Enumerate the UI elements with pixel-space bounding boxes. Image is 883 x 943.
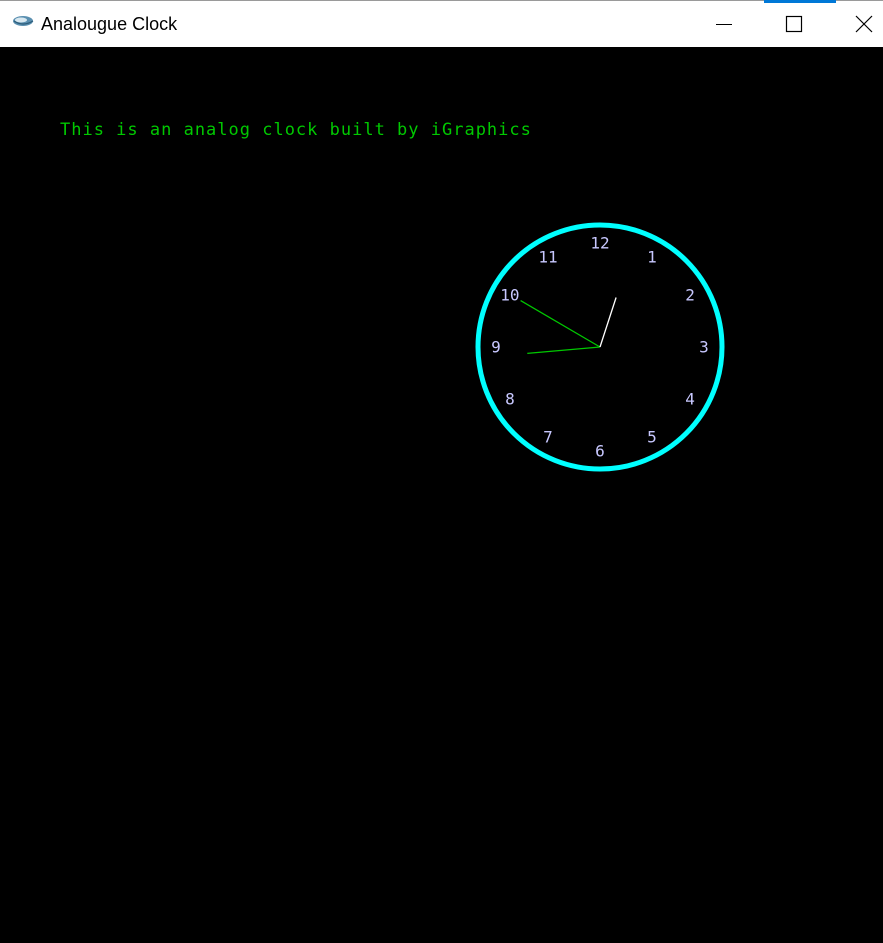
clock-numeral-2: 2 — [685, 286, 695, 305]
maximize-icon — [785, 15, 803, 33]
clock-numeral-9: 9 — [491, 338, 501, 357]
second-hand — [599, 297, 617, 348]
app-icon — [12, 14, 34, 28]
window-title: Analougue Clock — [41, 14, 178, 34]
clock-numeral-5: 5 — [647, 428, 657, 447]
clock-numeral-8: 8 — [505, 390, 515, 409]
maximize-button[interactable] — [768, 1, 822, 47]
clock-numeral-12: 12 — [590, 234, 609, 253]
minute-hand — [520, 300, 601, 348]
analog-clock: 121234567891011 — [475, 222, 725, 472]
clock-numeral-7: 7 — [543, 428, 553, 447]
clock-numeral-10: 10 — [500, 286, 519, 305]
title-bar[interactable]: Analougue Clock — [0, 0, 883, 47]
close-icon — [855, 15, 873, 33]
close-button[interactable] — [838, 1, 883, 47]
minimize-button[interactable] — [698, 1, 752, 47]
app-window: Analougue Clock This is an analog clock … — [0, 0, 883, 943]
clock-numeral-6: 6 — [595, 442, 605, 461]
drawing-canvas[interactable]: This is an analog clock built by iGraphi… — [0, 47, 883, 943]
minimize-icon — [716, 24, 732, 25]
clock-numeral-11: 11 — [538, 247, 557, 266]
canvas-caption: This is an analog clock built by iGraphi… — [60, 120, 532, 140]
clock-numeral-1: 1 — [647, 247, 657, 266]
clock-numeral-3: 3 — [699, 338, 709, 357]
clock-numeral-4: 4 — [685, 390, 695, 409]
hour-hand — [527, 346, 601, 355]
